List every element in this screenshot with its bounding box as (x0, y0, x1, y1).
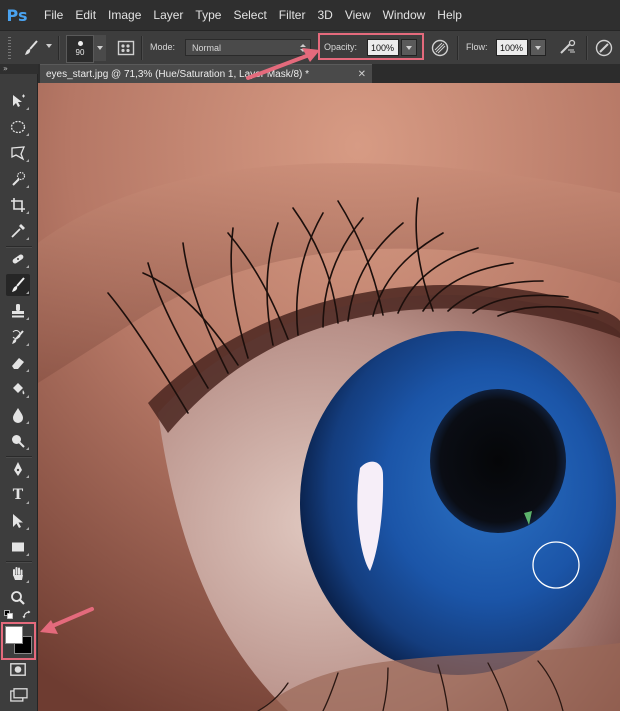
quick-mask-icon[interactable] (10, 663, 26, 676)
flow-label: Flow: (466, 42, 488, 52)
quick-selection-icon (12, 171, 26, 186)
pen-tool[interactable] (6, 458, 30, 480)
history-brush-tool[interactable] (6, 326, 30, 348)
lasso-icon (11, 146, 26, 161)
hand-icon (13, 567, 23, 580)
menu-type[interactable]: Type (195, 8, 221, 22)
toolbox: » T (0, 64, 38, 711)
history-brush-icon (12, 330, 24, 344)
type-icon: T (12, 487, 24, 503)
ellipse-marquee-icon (10, 120, 26, 134)
blur-drop-icon (13, 408, 23, 423)
path-selection-arrow-icon (13, 514, 23, 528)
move-icon (13, 94, 25, 107)
move-tool[interactable] (6, 90, 30, 112)
close-icon[interactable]: ✕ (358, 69, 366, 80)
opacity-input[interactable]: 100% (367, 39, 399, 56)
default-colors-icon[interactable] (4, 610, 13, 619)
options-separator (586, 36, 588, 60)
brush-preset-picker[interactable]: 90 (66, 35, 94, 63)
mode-label: Mode: (150, 42, 176, 52)
brush-tip-icon (77, 41, 83, 46)
menu-select[interactable]: Select (233, 8, 266, 22)
crop-tool[interactable] (6, 194, 30, 216)
spot-healing-brush-tool[interactable] (6, 248, 30, 270)
chevron-down-icon (535, 45, 541, 50)
document-tab[interactable]: eyes_start.jpg @ 71,3% (Hue/Saturation 1… (40, 64, 372, 83)
stamp-icon (12, 304, 24, 318)
toolbox-collapse-icon[interactable]: » (0, 64, 38, 74)
foreground-color-swatch[interactable] (5, 626, 23, 644)
eraser-icon (12, 358, 24, 369)
brush-tool[interactable] (6, 274, 30, 296)
menu-edit[interactable]: Edit (75, 8, 96, 22)
menu-layer[interactable]: Layer (153, 8, 183, 22)
photoshop-logo: Ps (6, 5, 28, 25)
swap-colors-icon[interactable] (22, 610, 32, 620)
rectangle-icon (12, 542, 24, 552)
opacity-slider-button[interactable] (401, 39, 417, 56)
menu-bar: Ps File Edit Image Layer Type Select Fil… (0, 0, 620, 30)
up-down-arrows-icon (300, 43, 306, 52)
eraser-tool[interactable] (6, 352, 30, 374)
magnifier-icon (11, 591, 25, 605)
chevron-down-icon (406, 45, 412, 50)
brush-icon (12, 277, 25, 292)
paint-bucket-tool[interactable] (6, 378, 30, 400)
blend-mode-select[interactable]: Normal (185, 39, 311, 56)
bandage-icon (12, 254, 24, 264)
options-separator (141, 36, 143, 60)
brush-tool-preset-icon[interactable] (22, 39, 40, 57)
document-tab-strip: eyes_start.jpg @ 71,3% (Hue/Saturation 1… (38, 64, 620, 83)
pressure-size-icon[interactable] (594, 38, 614, 58)
blur-tool[interactable] (6, 404, 30, 426)
options-separator (58, 36, 60, 60)
menu-3d[interactable]: 3D (317, 8, 332, 22)
zoom-tool[interactable] (6, 587, 30, 609)
chevron-down-icon (97, 46, 103, 50)
screen-mode-icon[interactable] (10, 688, 28, 702)
eyedropper-tool[interactable] (6, 220, 30, 242)
eyedropper-icon (11, 224, 25, 238)
tool-preset-dropdown-icon[interactable] (46, 44, 52, 48)
menu-window[interactable]: Window (383, 8, 426, 22)
options-separator (457, 36, 459, 60)
polygonal-lasso-tool[interactable] (6, 142, 30, 164)
eye-photo (38, 83, 620, 711)
dodge-icon (12, 435, 25, 448)
menu-filter[interactable]: Filter (279, 8, 306, 22)
flow-input[interactable]: 100% (496, 39, 528, 56)
brush-size-value: 90 (75, 48, 85, 57)
options-bar-grip[interactable] (8, 37, 11, 59)
quick-selection-tool[interactable] (6, 168, 30, 190)
clone-stamp-tool[interactable] (6, 300, 30, 322)
path-selection-tool[interactable] (6, 510, 30, 532)
pen-icon (14, 462, 22, 476)
pupil (430, 389, 566, 533)
opacity-label: Opacity: (324, 42, 358, 52)
airbrush-icon[interactable] (558, 38, 578, 58)
brush-preset-dropdown[interactable] (94, 35, 106, 61)
brush-panel-toggle-icon[interactable] (117, 39, 135, 57)
elliptical-marquee-tool[interactable] (6, 116, 30, 138)
paint-bucket-icon (13, 383, 25, 395)
rectangle-tool[interactable] (6, 536, 30, 558)
blend-mode-value: Normal (192, 42, 222, 53)
hand-tool[interactable] (6, 563, 30, 585)
document-canvas[interactable] (38, 83, 620, 711)
crop-icon (11, 198, 25, 212)
menu-view[interactable]: View (345, 8, 371, 22)
options-bar: 90 Mode: Normal Opacity: 100% Flow: 100% (0, 30, 620, 66)
dodge-tool[interactable] (6, 430, 30, 452)
menu-file[interactable]: File (44, 8, 63, 22)
flow-slider-button[interactable] (530, 39, 546, 56)
menu-image[interactable]: Image (108, 8, 141, 22)
document-tab-title: eyes_start.jpg @ 71,3% (Hue/Saturation 1… (46, 68, 310, 80)
pressure-opacity-icon[interactable] (430, 38, 450, 58)
menu-help[interactable]: Help (437, 8, 462, 22)
type-tool[interactable]: T (6, 484, 30, 506)
